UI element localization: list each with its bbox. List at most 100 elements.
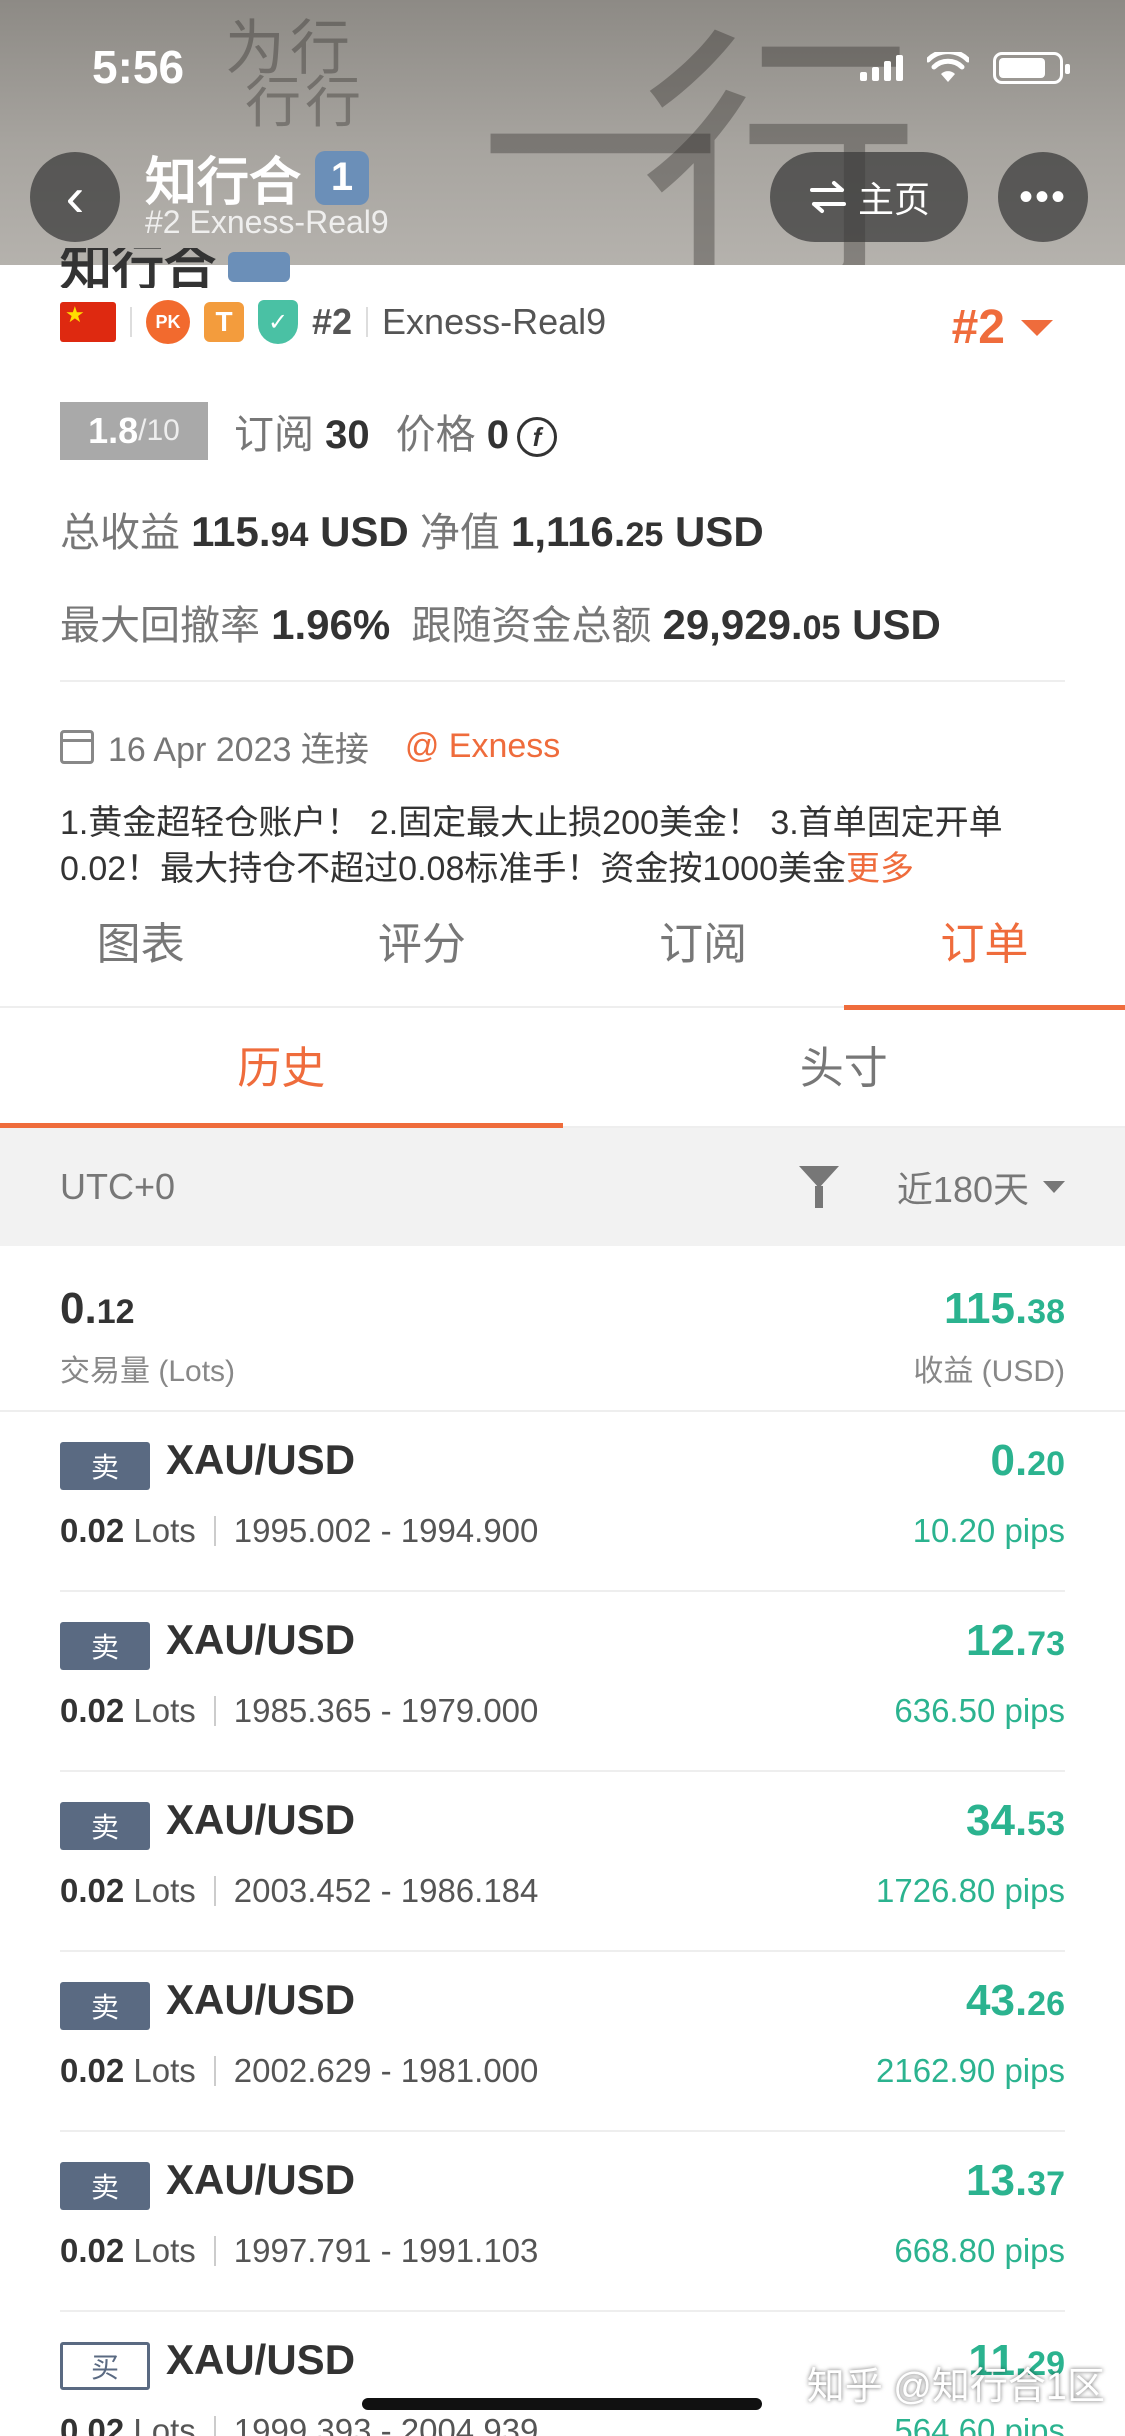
score-badge: 1.8/10 [60,402,208,460]
profit-dec: 73 [1027,1625,1065,1663]
order-lots: 0.02 Lots 1985.365 - 1979.000 [60,1692,538,1730]
subtab-positions[interactable]: 头寸 [563,1010,1125,1126]
main-tabs: 图表 评分 订阅 订单 [0,900,1125,1010]
order-lots: 0.02 Lots 1997.791 - 1991.103 [60,2232,538,2270]
drawdown-label: 最大回撤率 [60,604,260,648]
price-range: 2002.629 - 1981.000 [233,2052,539,2089]
price-range: 1995.002 - 1994.900 [233,1512,539,1549]
total-profit-label: 总收益 [60,511,180,555]
profit-equity-row: 总收益 115.94 USD 净值 1,116.25 USD [60,500,764,558]
drawdown-value: 1.96% [271,601,391,648]
divider [213,2416,216,2436]
price-range: 2003.452 - 1986.184 [233,1872,539,1909]
period-label: 近180天 [896,1169,1029,1210]
lots-value: 0.02 [60,1872,125,1909]
order-row[interactable]: 卖 XAU/USD 0.02 Lots 1985.365 - 1979.000 1… [0,1592,1125,1772]
swap-icon [809,181,846,213]
more-dots-icon: ••• [1018,174,1067,219]
back-button[interactable]: ‹ [30,152,120,242]
period-dropdown[interactable]: 近180天 [897,1161,1065,1213]
server-label: Exness-Real9 [382,301,607,342]
order-pips: 10.20 pips [912,1512,1065,1549]
price-label: 价格 [395,413,476,457]
caret-down-icon [1021,319,1053,336]
order-lots: 0.02 Lots 1999.393 - 2004.939 [60,2412,538,2436]
follow-dec: 05 [802,609,841,647]
side-badge-sell: 卖 [60,1982,150,2030]
status-icons [860,52,1070,84]
order-profit: 43.26 [966,1976,1065,2026]
tab-subscribe[interactable]: 订阅 [563,900,844,1006]
total-profit-dec: 94 [270,516,309,554]
tab-chart[interactable]: 图表 [0,900,281,1006]
order-pips: 668.80 pips [894,2232,1065,2269]
lots-unit: Lots [133,2052,196,2089]
trader-t-icon: T [204,302,244,342]
equity-value: 1,116.25 USD [511,508,764,555]
verified-shield-icon: ✓ [258,300,298,344]
profile-name-peek: 知行合 [60,248,291,288]
home-indicator[interactable] [362,2398,762,2410]
profit-dec: 26 [1027,1985,1065,2023]
profit-dec: 20 [1027,1445,1065,1483]
pk-fire-icon: PK [146,300,190,344]
tab-rating[interactable]: 评分 [281,900,562,1006]
status-time: 5:56 [92,41,185,93]
order-symbol: XAU/USD [166,1976,356,2023]
follow-label: 跟随资金总额 [411,604,652,648]
drawdown-follow-row: 最大回撤率 1.96% 跟随资金总额 29,929.05 USD [60,593,941,651]
caret-down-icon [1043,1181,1065,1193]
lots-unit: Lots [133,2232,196,2269]
lots-value: 0.02 [60,2412,125,2436]
status-bar: 5:56 [0,0,1125,140]
divider [213,2056,216,2086]
strategy-description: 1.黄金超轻仓账户！ 2.固定最大止损200美金！ 3.首单固定开单0.02！最… [60,800,1070,892]
divider [130,307,132,337]
order-symbol: XAU/USD [166,1796,356,1843]
home-button[interactable]: 主页 [770,152,968,242]
equity-label: 净值 [419,511,500,555]
header-subtitle: #2 Exness-Real9 [145,204,389,240]
order-lots: 0.02 Lots 2003.452 - 1986.184 [60,1872,538,1910]
account-switcher[interactable]: #2 [952,300,1053,355]
order-row[interactable]: 卖 XAU/USD 0.02 Lots 1997.791 - 1991.103 1… [0,2132,1125,2312]
connect-info: 16 Apr 2023 连接 @ Exness [60,722,560,771]
lots-unit: Lots [133,1692,196,1729]
lots-value: 0.02 [60,1692,125,1729]
lots-unit: Lots [133,2412,196,2436]
subtab-history[interactable]: 历史 [0,1010,563,1128]
profit-summary: 115.38 收益 (USD) [913,1284,1065,1390]
broker-link[interactable]: @ Exness [405,727,560,766]
volume-int: 0. [60,1284,97,1333]
profit-int: 13. [966,2156,1028,2205]
profit-int: 43. [966,1976,1028,2025]
tab-orders[interactable]: 订单 [843,900,1125,1010]
profit-dec: 38 [1027,1293,1065,1331]
more-button[interactable]: ••• [998,152,1088,242]
score-value: 1.8 [88,410,139,451]
currency: USD [320,508,409,555]
order-pips: 636.50 pips [894,1692,1065,1729]
filter-icon[interactable] [798,1166,839,1208]
more-link[interactable]: 更多 [846,850,914,888]
china-flag-icon [60,302,116,342]
profile-badges: PK T ✓ #2 Exness-Real9 [60,300,606,344]
order-row[interactable]: 卖 XAU/USD 0.02 Lots 2003.452 - 1986.184 3… [0,1772,1125,1952]
calendar-icon [60,729,94,764]
lots-unit: Lots [133,1872,196,1909]
order-symbol: XAU/USD [166,1436,356,1483]
order-row[interactable]: 卖 XAU/USD 0.02 Lots 1995.002 - 1994.900 0… [0,1412,1125,1592]
coin-icon: f [517,417,557,458]
profit-dec: 37 [1027,2165,1065,2203]
profit-int: 115. [943,1284,1028,1333]
order-row[interactable]: 卖 XAU/USD 0.02 Lots 2002.629 - 1981.000 4… [0,1952,1125,2132]
currency: USD [674,508,764,555]
price-value: 0 [486,413,509,457]
follow-value: 29,929.05 USD [662,601,940,648]
equity-int: 1,116. [511,508,626,555]
subscribe-label: 订阅 [234,413,314,457]
score-row: 1.8/10 订阅 30 价格 0f [60,402,557,460]
order-symbol: XAU/USD [166,2336,356,2383]
order-profit: 12.73 [966,1616,1065,1666]
filter-bar: UTC+0 近180天 [0,1128,1125,1246]
